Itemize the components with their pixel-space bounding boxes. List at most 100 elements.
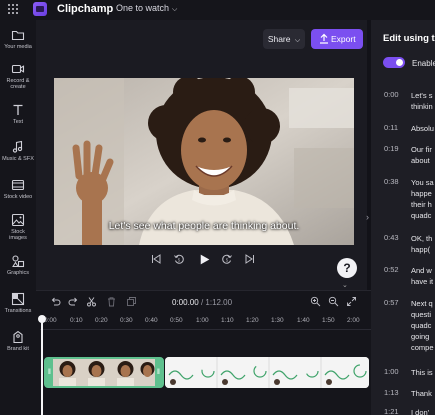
play-icon[interactable] xyxy=(198,253,211,266)
undo-icon[interactable] xyxy=(50,296,61,307)
clip-trim-handle-left[interactable]: ‖ xyxy=(46,359,53,386)
ruler-tick-label: 1:40 xyxy=(297,317,310,324)
duplicate-icon[interactable] xyxy=(126,296,137,307)
ruler-tick-label: 0:20 xyxy=(95,317,108,324)
transcript-line: Absolu xyxy=(411,124,434,133)
video-clip[interactable] xyxy=(165,357,369,388)
redo-icon[interactable] xyxy=(68,296,79,307)
transcript-timestamp: 0:11 xyxy=(384,123,399,132)
transcript-line: happe xyxy=(411,189,432,198)
sidebar-item-label: Text xyxy=(12,119,24,125)
transcript-timestamp: 1:00 xyxy=(384,367,399,376)
svg-text:5: 5 xyxy=(178,258,181,263)
app-name: Clipchamp xyxy=(57,3,114,15)
delete-icon[interactable] xyxy=(106,296,117,307)
help-button[interactable]: ? xyxy=(337,258,357,278)
ruler-tick-label: 1:10 xyxy=(221,317,234,324)
clip-trim-handle-right[interactable]: ‖ xyxy=(155,359,162,386)
transcript-line: compe xyxy=(411,343,434,352)
ruler-tick-label: 0:10 xyxy=(70,317,83,324)
share-button[interactable]: Share ⌵ xyxy=(263,29,305,49)
transcript-line: have it xyxy=(411,277,434,286)
transitions-icon xyxy=(11,292,25,306)
upload-icon xyxy=(320,33,328,44)
sidebar-item-label-line2: create xyxy=(10,84,26,90)
transcript-line: Let's s xyxy=(411,91,433,100)
ruler-tick-label: 1:20 xyxy=(246,317,259,324)
sidebar-item-music-sfx[interactable]: Music & SFX xyxy=(0,140,36,162)
project-title: One to watch xyxy=(116,3,170,13)
transcript-line: OK, th xyxy=(411,234,433,243)
sidebar-item-label: Stock video xyxy=(3,194,33,200)
rewind-5-seconds-icon[interactable]: 5 xyxy=(173,253,185,265)
chevron-down-icon: ⌵ xyxy=(294,37,301,44)
timecode-display: 0:00.00 / 1:12.00 xyxy=(172,298,233,307)
app-launcher-icon[interactable] xyxy=(6,2,20,16)
split-scissors-icon[interactable] xyxy=(86,296,97,307)
sidebar-item-text[interactable]: Text xyxy=(0,103,36,125)
transcript-line: thinkin xyxy=(411,102,433,111)
clip-thumbnail xyxy=(82,359,111,386)
transcript-timestamp: 0:52 xyxy=(384,265,399,274)
transcript-line: quadc xyxy=(411,321,432,330)
ruler-tick-label: 1:00 xyxy=(196,317,209,324)
playhead[interactable] xyxy=(38,315,46,415)
video-preview[interactable]: Let's see what people are thinking about… xyxy=(54,78,354,245)
enable-toggle[interactable] xyxy=(383,57,405,68)
transcript-timestamp: 0:19 xyxy=(384,144,399,153)
video-clip[interactable]: ‖ ‖ xyxy=(44,357,164,388)
toggle-label: Enable xyxy=(412,59,435,68)
ruler-tick-label: 0:50 xyxy=(170,317,183,324)
sidebar-item-graphics[interactable]: Graphics xyxy=(0,254,36,276)
image-icon xyxy=(11,213,25,227)
transcript-line: about xyxy=(411,156,430,165)
ruler-tick-label: 1:30 xyxy=(271,317,284,324)
sidebar-item-transitions[interactable]: Transitions xyxy=(0,292,36,314)
total-duration: 1:12.00 xyxy=(205,298,233,307)
skip-forward-icon[interactable] xyxy=(244,253,256,265)
sidebar-item-your-media[interactable]: Your media xyxy=(0,28,36,50)
sidebar-item-label: Transitions xyxy=(4,308,32,314)
transcript-line: questi xyxy=(411,310,432,319)
transcript-line: You sa xyxy=(411,178,434,187)
clip-thumbnail xyxy=(111,359,140,386)
left-sidebar: Your media Record & create Text Music & … xyxy=(0,20,36,415)
export-label: Export xyxy=(331,34,356,44)
brand-kit-icon xyxy=(13,330,23,344)
ruler-tick-label: 2:00 xyxy=(347,317,360,324)
transcript-timestamp: 1:13 xyxy=(384,388,399,397)
folder-icon xyxy=(11,30,25,41)
timeline-ruler[interactable] xyxy=(40,327,371,330)
skip-back-icon[interactable] xyxy=(150,253,162,265)
sidebar-item-stock-images[interactable]: Stock images xyxy=(0,213,36,241)
sidebar-item-label: Music & SFX xyxy=(2,156,34,162)
forward-5-seconds-icon[interactable]: 5 xyxy=(221,253,233,265)
sidebar-item-label: Graphics xyxy=(6,270,29,276)
transcript-line: Next q xyxy=(411,299,433,308)
video-caption: Let's see what people are thinking about… xyxy=(108,220,300,232)
sidebar-item-brand-kit[interactable]: Brand kit xyxy=(0,330,36,352)
sidebar-item-stock-video[interactable]: Stock video xyxy=(0,178,36,200)
ruler-tick-label: 0:30 xyxy=(120,317,133,324)
share-label: Share xyxy=(267,34,291,44)
fit-to-screen-icon[interactable] xyxy=(346,296,357,307)
transcript-line: going xyxy=(411,332,430,341)
export-button[interactable]: Export xyxy=(311,29,363,49)
zoom-in-icon[interactable] xyxy=(310,296,321,307)
transcript-timestamp: 0:00 xyxy=(384,90,399,99)
sidebar-item-record-create[interactable]: Record & create xyxy=(0,62,36,90)
chevron-right-icon[interactable]: › xyxy=(366,212,369,222)
project-title-dropdown[interactable]: One to watch ⌵ xyxy=(116,3,177,14)
transcript-line: This is xyxy=(411,368,433,377)
panel-title: Edit using tra xyxy=(383,33,435,44)
shapes-icon xyxy=(12,255,25,268)
camera-icon xyxy=(11,64,25,74)
zoom-out-icon[interactable] xyxy=(328,296,339,307)
current-time: 0:00.00 xyxy=(172,298,199,307)
transcript-timestamp: 0:43 xyxy=(384,233,399,242)
ruler-tick-label: 0:40 xyxy=(145,317,158,324)
chevron-down-icon[interactable]: ⌄ xyxy=(342,281,348,289)
transcript-line: their h xyxy=(411,200,432,209)
text-icon xyxy=(13,104,23,115)
transcript-line: happ( xyxy=(411,245,431,254)
